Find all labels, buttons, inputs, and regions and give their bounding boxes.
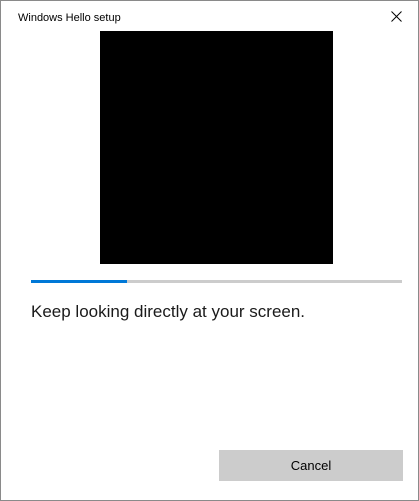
- cancel-button[interactable]: Cancel: [219, 450, 403, 481]
- window-title: Windows Hello setup: [18, 12, 121, 24]
- close-button[interactable]: [374, 1, 418, 31]
- scan-progress-fill: [31, 280, 128, 283]
- scan-progress-bar: [31, 280, 402, 283]
- close-icon: [390, 10, 402, 22]
- windows-hello-setup-dialog: Windows Hello setup Keep looking directl…: [0, 0, 419, 501]
- camera-preview: [100, 31, 333, 264]
- title-bar: Windows Hello setup: [1, 1, 418, 31]
- instruction-text: Keep looking directly at your screen.: [31, 302, 306, 321]
